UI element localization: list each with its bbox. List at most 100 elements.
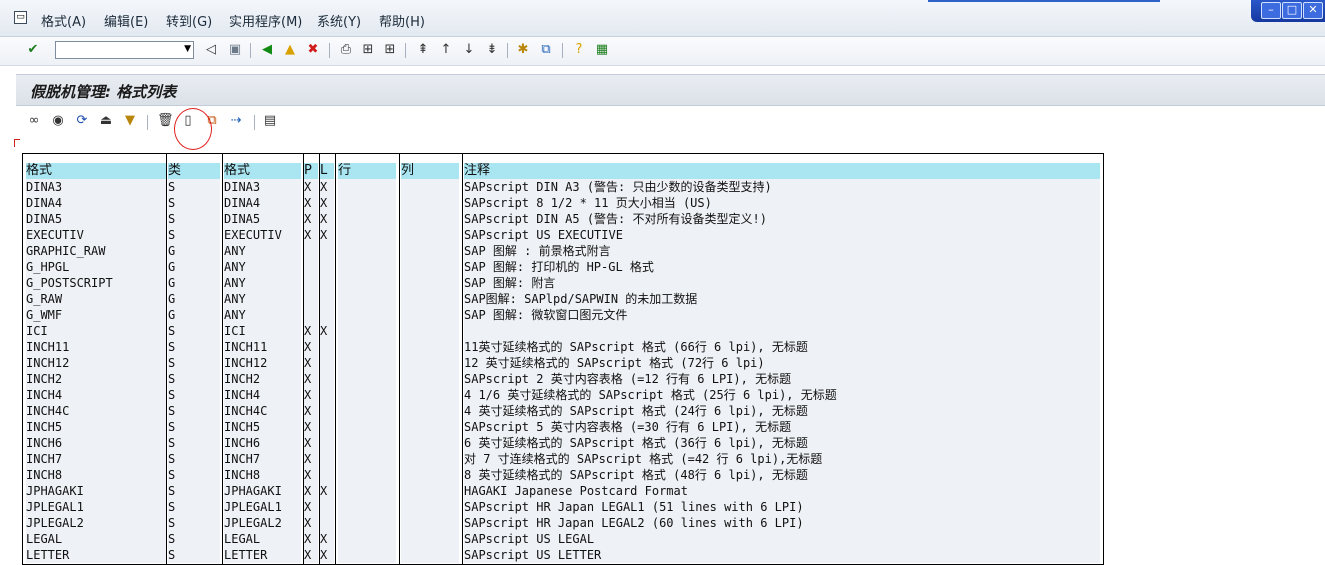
col-format-cell: JPLEGAL1 (26, 499, 166, 515)
find-next-icon[interactable]: ⊞ (382, 42, 398, 58)
table-row[interactable]: GRAPHIC_RAW G ANY SAP 图解 : 前景格式附言 (23, 243, 1103, 259)
col-class-cell: S (168, 467, 220, 483)
system-menu-icon[interactable]: ▭ (14, 11, 27, 24)
choose-detail-icon[interactable]: ◉ (50, 113, 66, 129)
table-row[interactable]: EXECUTIV S EXECUTIV X X SAPscript US EXECUTIV… (23, 227, 1103, 243)
shortcut-icon[interactable]: ⧉ (538, 42, 554, 58)
table-row[interactable]: INCH12 S INCH12 X 12 英寸延续格式的 SAPscript 格式 (7… (23, 355, 1103, 371)
glasses-display-icon[interactable]: ∞ (26, 113, 42, 129)
header-col-class[interactable]: 类 (168, 163, 220, 179)
header-col-format2[interactable]: 格式 (224, 163, 301, 179)
col-p-cell: X (304, 179, 318, 195)
table-row[interactable]: G_WMF G ANY SAP 图解: 微软窗口图元文件 (23, 307, 1103, 323)
filter-icon[interactable]: ▼ (122, 113, 138, 129)
first-page-icon[interactable]: ⇞ (415, 42, 431, 58)
command-field[interactable]: ▼ (55, 41, 194, 59)
col-format-cell: G_RAW (26, 291, 166, 307)
col-cols-cell (401, 323, 459, 339)
col-rows-cell (338, 227, 396, 243)
table-row[interactable]: INCH6 S INCH6 X 6 英寸延续格式的 SAPscript 格式 (36行 … (23, 435, 1103, 451)
table-row[interactable]: JPLEGAL2 S JPLEGAL2 X SAPscript HR Japan LEG… (23, 515, 1103, 531)
table-row[interactable]: ICI S ICI X X (23, 323, 1103, 339)
header-col-p[interactable]: P (304, 163, 318, 179)
table-row[interactable]: INCH2 S INCH2 X SAPscript 2 英寸内容表格 (=12 行有 6… (23, 371, 1103, 387)
back-arrow-icon[interactable]: ◁ (203, 42, 219, 58)
exit-yellow-icon[interactable]: ▲ (282, 42, 298, 58)
previous-page-icon[interactable]: ↑ (438, 42, 454, 58)
col-format-cell: EXECUTIV (26, 227, 166, 243)
table-row[interactable]: INCH7 S INCH7 X 对 7 寸连续格式的 SAPscript 格式 (=42… (23, 451, 1103, 467)
chevron-down-icon[interactable]: ▼ (184, 44, 191, 54)
col-rows-cell (338, 339, 396, 355)
table-row[interactable]: DINA4 S DINA4 X X SAPscript 8 1/2 * 11 页大小相当 … (23, 195, 1103, 211)
documentation-icon[interactable]: ▤ (262, 113, 278, 129)
table-row[interactable]: INCH11 S INCH11 X 11英寸延续格式的 SAPscript 格式 (66… (23, 339, 1103, 355)
table-row[interactable]: JPHAGAKI S JPHAGAKI X X HAGAKI Japanese Postc… (23, 483, 1103, 499)
table-row[interactable]: G_HPGL G ANY SAP 图解: 打印机的 HP-GL 格式 (23, 259, 1103, 275)
minimize-icon[interactable]: – (1261, 2, 1281, 19)
col-cols-cell (401, 483, 459, 499)
table-row[interactable]: INCH5 S INCH5 X SAPscript 5 英寸内容表格 (=30 行有 6… (23, 419, 1103, 435)
delete-icon[interactable]: 🗑 (157, 113, 174, 129)
table-row[interactable]: INCH4C S INCH4C X 4 英寸延续格式的 SAPscript 格式 (24… (23, 403, 1103, 419)
header-col-l[interactable]: L (320, 163, 334, 179)
toolbar-separator (254, 115, 255, 130)
transport-icon[interactable]: ⇢ (228, 113, 244, 129)
col-p-cell: X (304, 499, 318, 515)
help-icon[interactable]: ? (571, 42, 587, 58)
col-comment-cell: 4 1/6 英寸延续格式的 SAPscript 格式 (25行 6 lpi), … (464, 387, 1100, 403)
table-row[interactable]: LEGAL S LEGAL X X SAPscript US LEGAL (23, 531, 1103, 547)
col-cols-cell (401, 451, 459, 467)
corner-mark (14, 139, 20, 147)
last-page-icon[interactable]: ⇟ (484, 42, 500, 58)
find-icon[interactable]: ⊞ (360, 42, 376, 58)
back-green-icon[interactable]: ◀ (259, 42, 275, 58)
save-icon[interactable]: ▣ (227, 42, 243, 58)
header-col-comment[interactable]: 注释 (464, 163, 1100, 179)
header-col-cols[interactable]: 列 (401, 163, 459, 179)
table-row[interactable]: LETTER S LETTER X X SAPscript US LETTER (23, 547, 1103, 563)
table-row[interactable]: G_POSTSCRIPT G ANY SAP 图解: 附言 (23, 275, 1103, 291)
refresh-icon[interactable]: ⟳ (74, 113, 90, 129)
table-row[interactable]: INCH8 S INCH8 X 8 英寸延续格式的 SAPscript 格式 (48行 … (23, 467, 1103, 483)
col-class-cell: S (168, 547, 220, 563)
menu-format[interactable]: 格式(A) (41, 11, 86, 30)
col-p-cell: X (304, 355, 318, 371)
table-row[interactable]: DINA5 S DINA5 X X SAPscript DIN A5 (警告: 不对所有设… (23, 211, 1103, 227)
col-cols-cell (401, 499, 459, 515)
col-class-cell: S (168, 451, 220, 467)
col-format-cell: INCH7 (26, 451, 166, 467)
close-icon[interactable]: ✕ (1303, 2, 1323, 19)
print-icon[interactable]: ⎙ (338, 42, 354, 58)
col-comment-cell: 4 英寸延续格式的 SAPscript 格式 (24行 6 lpi), 无标题 (464, 403, 1100, 419)
menu-system[interactable]: 系统(Y) (317, 11, 361, 30)
enter-check-icon[interactable]: ✔ (25, 42, 41, 58)
column-separator (303, 154, 304, 564)
col-l-cell: X (320, 211, 334, 227)
table-row[interactable]: JPLEGAL1 S JPLEGAL1 X SAPscript HR Japan LEG… (23, 499, 1103, 515)
column-separator (319, 154, 320, 564)
col-class-cell: S (168, 323, 220, 339)
maximize-icon[interactable]: □ (1282, 2, 1302, 19)
col-format2-cell: INCH4 (224, 387, 301, 403)
menu-utilities[interactable]: 实用程序(M) (229, 11, 302, 30)
menu-edit[interactable]: 编辑(E) (104, 11, 148, 30)
header-col-format[interactable]: 格式 (26, 163, 166, 179)
create-session-icon[interactable]: ✱ (515, 42, 531, 58)
col-cols-cell (401, 387, 459, 403)
print-list-icon[interactable]: ⏏ (98, 113, 114, 129)
cancel-red-icon[interactable]: ✖ (305, 42, 321, 58)
menu-help[interactable]: 帮助(H) (379, 11, 425, 30)
col-class-cell: G (168, 291, 220, 307)
table-row[interactable]: G_RAW G ANY SAP图解: SAPlpd/SAPWIN 的未加工数据 (23, 291, 1103, 307)
table-row[interactable]: INCH4 S INCH4 X 4 1/6 英寸延续格式的 SAPscript 格式 (… (23, 387, 1103, 403)
col-l-cell (320, 451, 334, 467)
menu-goto[interactable]: 转到(G) (166, 11, 212, 30)
col-class-cell: S (168, 419, 220, 435)
layout-menu-icon[interactable]: ▦ (594, 42, 610, 58)
next-page-icon[interactable]: ↓ (461, 42, 477, 58)
col-class-cell: G (168, 275, 220, 291)
table-row[interactable]: DINA3 S DINA3 X X SAPscript DIN A3 (警告: 只由少数的… (23, 179, 1103, 195)
header-col-rows[interactable]: 行 (338, 163, 396, 179)
col-format2-cell: ANY (224, 243, 301, 259)
